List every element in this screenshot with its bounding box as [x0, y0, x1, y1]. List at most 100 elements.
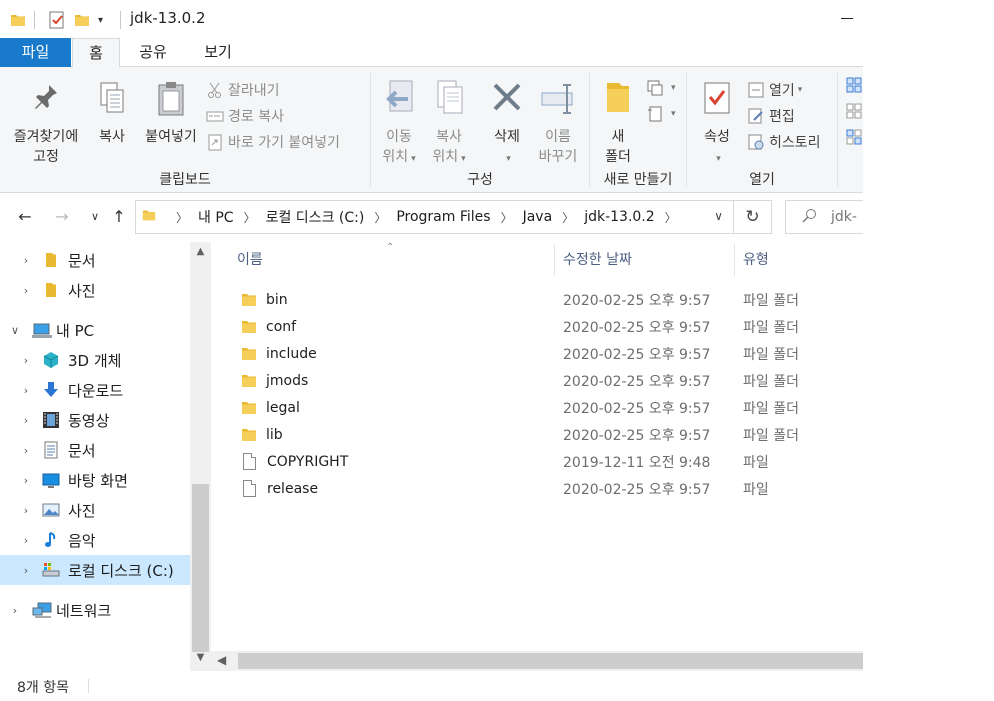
- copy-path-button[interactable]: 경로 복사: [206, 105, 284, 127]
- recent-locations-chevron-icon[interactable]: ∨: [84, 206, 106, 228]
- breadcrumb: 〉 내 PC 〉 로컬 디스크 (C:) 〉 Program Files 〉 J…: [166, 207, 687, 227]
- copy-button[interactable]: 복사: [92, 81, 132, 147]
- tab-file[interactable]: 파일: [0, 38, 71, 67]
- nav-item-desktop[interactable]: › 바탕 화면: [0, 465, 190, 495]
- chevron-right-icon[interactable]: ›: [19, 564, 33, 577]
- nav-item-pictures-quick[interactable]: › 사진: [0, 275, 190, 305]
- chevron-right-icon[interactable]: 〉: [501, 209, 513, 226]
- breadcrumb-program-files[interactable]: Program Files: [396, 209, 490, 225]
- chevron-right-icon[interactable]: ›: [19, 504, 33, 517]
- file-row[interactable]: conf 2020-02-25 오후 9:57 파일 폴더: [233, 313, 863, 340]
- move-to-button[interactable]: 이동 위치 ▾: [377, 79, 421, 169]
- new-item-button[interactable]: ▾: [646, 77, 676, 99]
- documents-icon: [42, 441, 60, 459]
- folder-icon: [241, 401, 257, 415]
- breadcrumb-java[interactable]: Java: [523, 209, 553, 225]
- navigation-pane: › 문서 › 사진 ∨ 내 PC › 3D 개체 › 다운로드 › 동영상 › …: [0, 242, 211, 671]
- properties-quick-icon[interactable]: [48, 10, 66, 30]
- breadcrumb-jdk[interactable]: jdk-13.0.2: [584, 209, 654, 225]
- rename-button[interactable]: 이름 바꾸기: [531, 79, 585, 167]
- copy-to-button[interactable]: 복사 위치 ▾: [427, 79, 471, 169]
- select-none-icon[interactable]: [846, 103, 863, 124]
- paste-button[interactable]: 붙여넣기: [140, 81, 202, 147]
- nav-item-downloads[interactable]: › 다운로드: [0, 375, 190, 405]
- scrollbar-thumb[interactable]: [192, 484, 209, 652]
- tab-view[interactable]: 보기: [188, 38, 248, 67]
- nav-item-music[interactable]: › 음악: [0, 525, 190, 555]
- new-folder-button[interactable]: 새 폴더: [596, 79, 640, 167]
- file-row[interactable]: lib 2020-02-25 오후 9:57 파일 폴더: [233, 421, 863, 448]
- new-folder-quick-icon[interactable]: [74, 10, 90, 30]
- minimize-button[interactable]: [836, 10, 863, 30]
- cut-button[interactable]: 잘라내기: [206, 79, 280, 101]
- easy-access-icon: [646, 105, 664, 123]
- chevron-right-icon[interactable]: ›: [19, 354, 33, 367]
- chevron-right-icon[interactable]: ›: [8, 604, 22, 617]
- chevron-right-icon[interactable]: 〉: [176, 209, 188, 226]
- chevron-right-icon[interactable]: 〉: [562, 209, 574, 226]
- breadcrumb-local-disk[interactable]: 로컬 디스크 (C:): [266, 207, 365, 227]
- scroll-up-arrow-icon[interactable]: ▲: [190, 246, 211, 257]
- file-row[interactable]: release 2020-02-25 오후 9:57 파일: [233, 475, 863, 502]
- nav-item-videos[interactable]: › 동영상: [0, 405, 190, 435]
- copy-to-icon: [427, 79, 471, 123]
- forward-arrow-icon[interactable]: →: [51, 206, 73, 228]
- customize-quick-access-icon[interactable]: ▾: [98, 10, 103, 30]
- filelist-horizontal-scrollbar[interactable]: ◀: [211, 651, 863, 671]
- paste-shortcut-button[interactable]: 바로 가기 붙여넣기: [206, 131, 340, 153]
- history-button[interactable]: 히스토리: [747, 131, 821, 153]
- address-bar[interactable]: 〉 내 PC 〉 로컬 디스크 (C:) 〉 Program Files 〉 J…: [135, 200, 734, 234]
- scrollbar-thumb[interactable]: [238, 653, 863, 669]
- chevron-right-icon[interactable]: ›: [19, 474, 33, 487]
- chevron-down-icon[interactable]: ∨: [8, 324, 22, 337]
- file-row[interactable]: legal 2020-02-25 오후 9:57 파일 폴더: [233, 394, 863, 421]
- chevron-right-icon[interactable]: ›: [19, 254, 33, 267]
- properties-button[interactable]: 속성 ▾: [695, 79, 739, 169]
- nav-item-network[interactable]: › 네트워크: [0, 595, 190, 625]
- refresh-icon[interactable]: ↻: [734, 200, 772, 234]
- select-all-icon[interactable]: [846, 77, 863, 98]
- chevron-right-icon[interactable]: ›: [19, 444, 33, 457]
- easy-access-button[interactable]: ▾: [646, 103, 676, 125]
- chevron-right-icon[interactable]: 〉: [374, 209, 386, 226]
- chevron-right-icon[interactable]: ›: [19, 534, 33, 547]
- nav-item-this-pc[interactable]: ∨ 내 PC: [0, 315, 190, 345]
- nav-item-local-disk[interactable]: › 로컬 디스크 (C:): [0, 555, 190, 585]
- edit-button[interactable]: 편집: [747, 105, 795, 127]
- organize-group: 이동 위치 ▾ 복사 위치 ▾ 삭제 ▾ 이름 바꾸기 구성: [371, 71, 589, 191]
- invert-selection-icon[interactable]: [846, 129, 863, 150]
- file-row[interactable]: include 2020-02-25 오후 9:57 파일 폴더: [233, 340, 863, 367]
- search-box[interactable]: jdk-: [785, 200, 863, 234]
- nav-item-3d-objects[interactable]: › 3D 개체: [0, 345, 190, 375]
- chevron-right-icon[interactable]: ›: [19, 384, 33, 397]
- file-row[interactable]: bin 2020-02-25 오후 9:57 파일 폴더: [233, 286, 863, 313]
- chevron-right-icon[interactable]: 〉: [665, 209, 677, 226]
- tab-share[interactable]: 공유: [124, 38, 182, 67]
- chevron-right-icon[interactable]: ›: [19, 414, 33, 427]
- nav-item-documents[interactable]: › 문서: [0, 435, 190, 465]
- column-header-type[interactable]: 유형: [743, 242, 769, 278]
- navpane-vertical-scrollbar[interactable]: ▲ ▼: [190, 242, 211, 671]
- scroll-down-arrow-icon[interactable]: ▼: [190, 652, 211, 663]
- chevron-right-icon[interactable]: 〉: [244, 209, 256, 226]
- delete-button[interactable]: 삭제 ▾: [485, 79, 529, 169]
- file-row[interactable]: COPYRIGHT 2019-12-11 오전 9:48 파일: [233, 448, 863, 475]
- file-row[interactable]: jmods 2020-02-25 오후 9:57 파일 폴더: [233, 367, 863, 394]
- column-header-name[interactable]: 이름: [237, 242, 263, 278]
- pin-to-quick-access-button[interactable]: 즐겨찾기에 고정: [6, 81, 86, 167]
- chevron-right-icon[interactable]: ›: [19, 284, 33, 297]
- column-header-date[interactable]: 수정한 날짜: [563, 242, 632, 278]
- ribbon: 즐겨찾기에 고정 복사 붙여넣기 잘라내기 경로 복사 바로 가기 붙여넣기 클…: [0, 67, 863, 193]
- address-history-chevron-icon[interactable]: ∨: [714, 209, 723, 223]
- nav-item-pictures[interactable]: › 사진: [0, 495, 190, 525]
- file-list: 이름 ⌃ 수정한 날짜 유형 bin 2020-02-25 오후 9:57 파일…: [211, 242, 863, 671]
- tab-home[interactable]: 홈: [72, 38, 120, 68]
- up-arrow-icon[interactable]: ↑: [108, 206, 130, 228]
- open-button[interactable]: 열기 ▾: [747, 79, 802, 101]
- paste-icon: [140, 81, 202, 123]
- back-arrow-icon[interactable]: ←: [14, 206, 36, 228]
- 3d-objects-icon: [42, 351, 60, 369]
- breadcrumb-this-pc[interactable]: 내 PC: [198, 207, 234, 227]
- nav-item-documents-quick[interactable]: › 문서: [0, 245, 190, 275]
- scroll-left-arrow-icon[interactable]: ◀: [217, 653, 226, 667]
